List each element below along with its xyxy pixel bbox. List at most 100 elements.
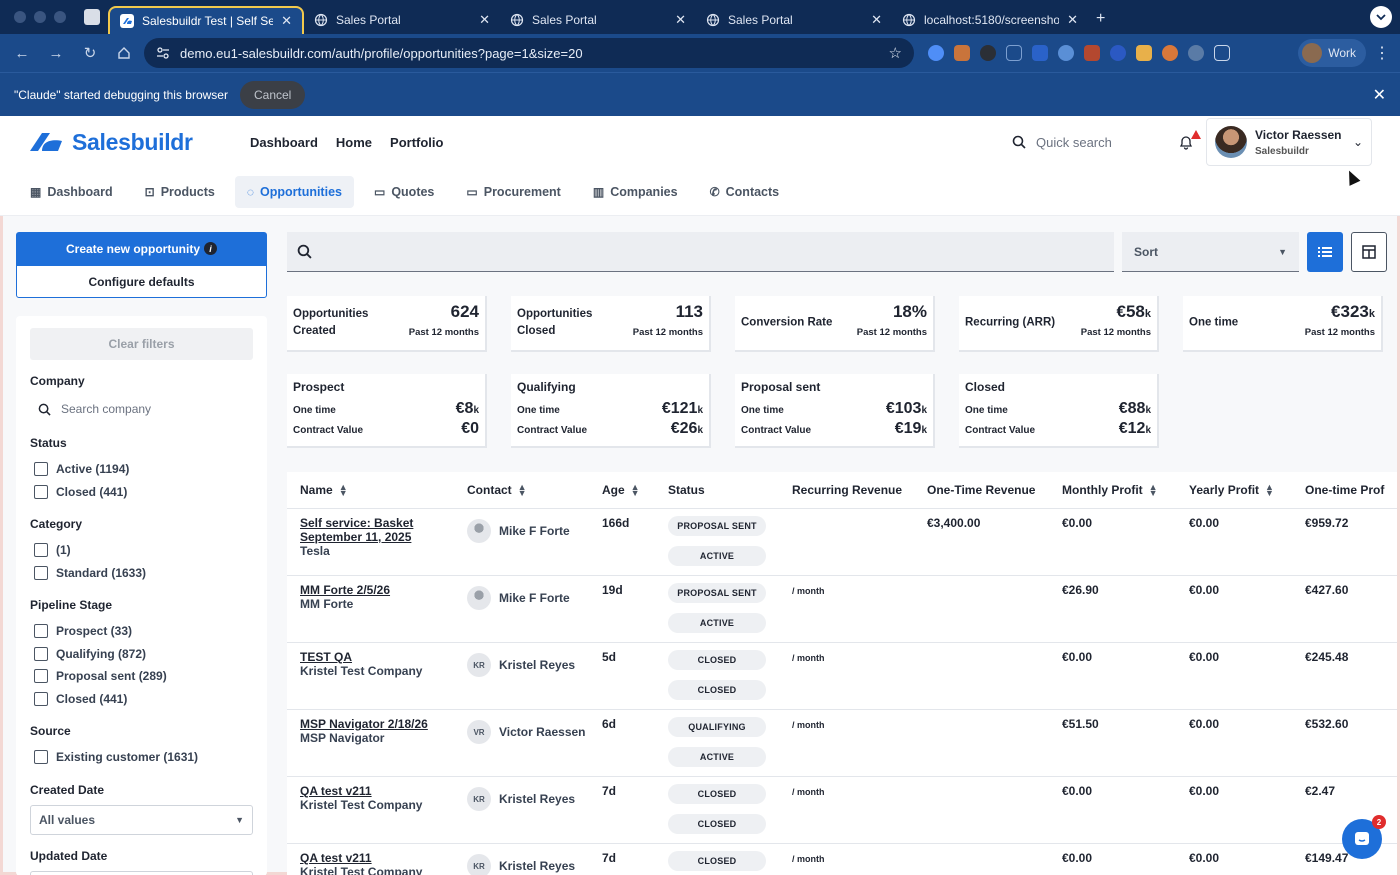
close-icon[interactable]: ✕: [1373, 85, 1386, 105]
sort-select[interactable]: Sort ▼: [1122, 232, 1299, 272]
filter-checkbox[interactable]: Prospect (33): [30, 620, 253, 643]
extension-icon[interactable]: [1058, 45, 1074, 61]
filter-checkbox[interactable]: Proposal sent (289): [30, 665, 253, 688]
extension-icon[interactable]: [1084, 45, 1100, 61]
extension-icon[interactable]: [980, 45, 996, 61]
contact[interactable]: Mike F Forte: [467, 516, 589, 543]
table-row[interactable]: QA test v211 Kristel Test Company KR Kriste…: [287, 776, 1397, 843]
close-tab-icon[interactable]: ✕: [1067, 12, 1078, 28]
new-tab-button[interactable]: +: [1088, 10, 1113, 34]
claude-extension-icon[interactable]: [1162, 45, 1178, 61]
home-button[interactable]: [110, 39, 138, 67]
extension-icon[interactable]: [1136, 45, 1152, 61]
filter-checkbox[interactable]: Active (1194): [30, 458, 253, 481]
user-menu[interactable]: Victor Raessen Salesbuildr ⌄: [1206, 118, 1372, 166]
table-row[interactable]: TEST QA Kristel Test Company KR Kristel Rey…: [287, 642, 1397, 709]
clear-filters-button[interactable]: Clear filters: [30, 328, 253, 360]
filter-checkbox[interactable]: Standard (1633): [30, 562, 253, 585]
nav-home[interactable]: Home: [336, 135, 372, 150]
table-row[interactable]: MM Forte 2/5/26 MM Forte Mike F Forte 19d PR…: [287, 575, 1397, 642]
tab-opportunities[interactable]: ◌ Opportunities: [234, 175, 354, 208]
contact[interactable]: KR Kristel Reyes: [467, 650, 589, 677]
column-header-contact[interactable]: Contact ▲ ▼: [454, 483, 589, 498]
address-bar[interactable]: demo.eu1-salesbuildr.com/auth/profile/op…: [144, 38, 914, 68]
updated-date-select[interactable]: [30, 870, 253, 875]
site-settings-icon[interactable]: [156, 46, 170, 60]
browser-tab[interactable]: Sales Portal ✕: [500, 6, 696, 34]
forward-button[interactable]: →: [42, 39, 70, 67]
logo[interactable]: Salesbuildr: [28, 129, 250, 156]
opportunity-link[interactable]: QA test v211: [300, 784, 454, 798]
nav-dashboard[interactable]: Dashboard: [250, 135, 318, 150]
list-view-button[interactable]: [1307, 232, 1343, 272]
column-header-name[interactable]: Name ▲ ▼: [287, 483, 454, 498]
table-row[interactable]: QA test v211 Kristel Test Company KR Kriste…: [287, 843, 1397, 875]
opportunity-link[interactable]: TEST QA: [300, 650, 454, 664]
contact[interactable]: KR Kristel Reyes: [467, 784, 589, 811]
close-tab-icon[interactable]: ✕: [281, 13, 292, 29]
browser-tab[interactable]: Sales Portal ✕: [304, 6, 500, 34]
checkbox[interactable]: [34, 624, 48, 639]
checkbox[interactable]: [34, 565, 48, 580]
bookmark-star-icon[interactable]: ☆: [889, 44, 902, 62]
table-row[interactable]: Self service: Basket September 11, 2025 T…: [287, 508, 1397, 575]
extension-icon[interactable]: [1188, 45, 1204, 61]
checkbox[interactable]: [34, 669, 48, 684]
tab-quotes[interactable]: ▭ Quotes: [362, 176, 446, 208]
close-tab-icon[interactable]: ✕: [675, 12, 686, 28]
filter-checkbox[interactable]: Closed (441): [30, 481, 253, 504]
zoom-window-button[interactable]: [54, 11, 66, 23]
password-manager-icon[interactable]: [928, 45, 944, 61]
checkbox[interactable]: [34, 543, 48, 558]
tab-companies[interactable]: ▥ Companies: [581, 176, 690, 208]
contact[interactable]: KR Kristel Reyes: [467, 851, 589, 875]
profile-button[interactable]: Work: [1298, 39, 1366, 67]
tab-search-button[interactable]: [1370, 6, 1392, 28]
filter-checkbox[interactable]: (1): [30, 539, 253, 562]
screenshot-icon[interactable]: [1006, 45, 1022, 61]
configure-defaults-button[interactable]: Configure defaults: [16, 265, 267, 298]
checkbox[interactable]: [34, 750, 48, 765]
tab-products[interactable]: ⊡ Products: [133, 176, 227, 208]
extension-icon[interactable]: [954, 45, 970, 61]
pinned-tab[interactable]: [84, 9, 100, 25]
tab-contacts[interactable]: ✆ Contacts: [698, 176, 792, 208]
column-header-yearly[interactable]: Yearly Profit ▲ ▼: [1176, 483, 1292, 498]
opportunity-search-input[interactable]: [287, 232, 1114, 272]
opportunity-link[interactable]: QA test v211: [300, 851, 454, 865]
contact[interactable]: Mike F Forte: [467, 583, 589, 610]
column-header-monthly[interactable]: Monthly Profit ▲ ▼: [1049, 483, 1176, 498]
opportunity-link[interactable]: MM Forte 2/5/26: [300, 583, 454, 597]
chat-launcher-button[interactable]: 2: [1342, 815, 1386, 859]
info-icon[interactable]: i: [204, 242, 217, 255]
close-window-button[interactable]: [14, 11, 26, 23]
contact[interactable]: VR Victor Raessen: [467, 717, 589, 744]
quick-search[interactable]: Quick search: [1012, 135, 1162, 150]
table-row[interactable]: MSP Navigator 2/18/26 MSP Navigator VR Vict…: [287, 709, 1397, 776]
checkbox[interactable]: [34, 646, 48, 661]
column-header-age[interactable]: Age ▲ ▼: [589, 483, 655, 498]
filter-checkbox[interactable]: Qualifying (872): [30, 643, 253, 666]
tab-dashboard[interactable]: ▦ Dashboard: [18, 176, 125, 208]
board-view-button[interactable]: [1351, 232, 1387, 272]
filter-checkbox[interactable]: Closed (441): [30, 688, 253, 711]
nav-portfolio[interactable]: Portfolio: [390, 135, 443, 150]
browser-tab[interactable]: Salesbuildr Test | Self Service ✕: [108, 6, 304, 34]
reload-button[interactable]: ↻: [76, 39, 104, 67]
notifications-button[interactable]: [1174, 130, 1201, 154]
tab-procurement[interactable]: ▭ Procurement: [454, 176, 572, 208]
minimize-window-button[interactable]: [34, 11, 46, 23]
checkbox[interactable]: [34, 691, 48, 706]
extension-icon[interactable]: [1110, 45, 1126, 61]
opportunity-link[interactable]: MSP Navigator 2/18/26: [300, 717, 454, 731]
close-tab-icon[interactable]: ✕: [479, 12, 490, 28]
checkbox[interactable]: [34, 462, 48, 477]
close-tab-icon[interactable]: ✕: [871, 12, 882, 28]
back-button[interactable]: ←: [8, 39, 36, 67]
extension-icon[interactable]: [1032, 45, 1048, 61]
created-date-select[interactable]: All values ▼: [30, 804, 253, 835]
puzzle-icon[interactable]: [1214, 45, 1230, 61]
company-search-input[interactable]: Search company: [30, 396, 253, 422]
browser-tab[interactable]: Sales Portal ✕: [696, 6, 892, 34]
create-opportunity-button[interactable]: Create new opportunity i: [16, 232, 267, 265]
